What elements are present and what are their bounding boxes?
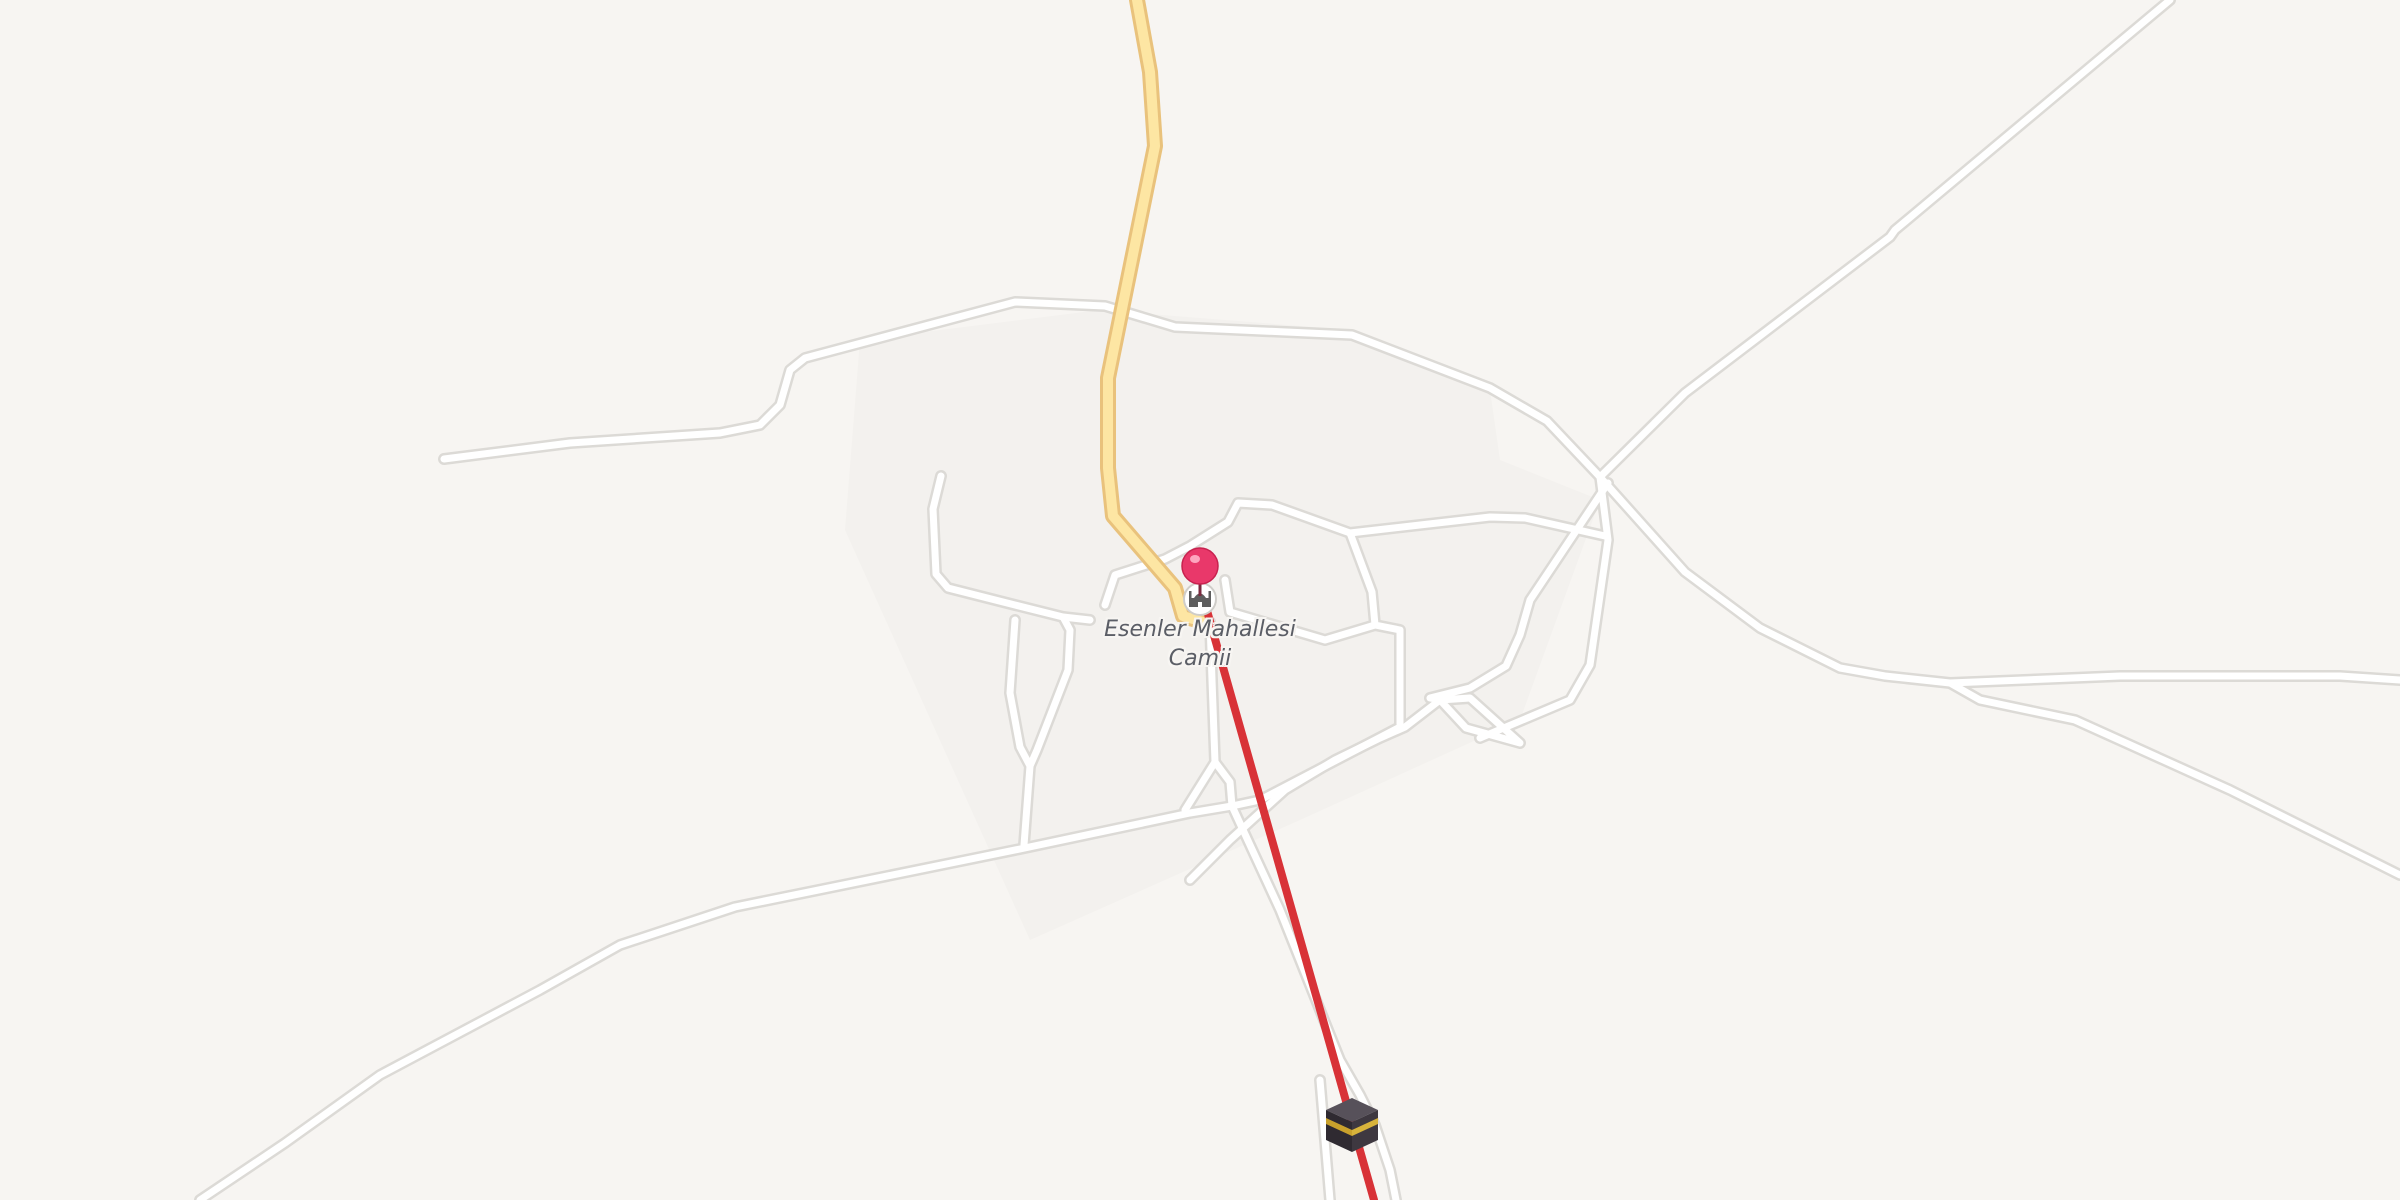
- map-canvas[interactable]: Esenler Mahallesi Camii: [0, 0, 2400, 1200]
- map-layer[interactable]: [0, 0, 2400, 1200]
